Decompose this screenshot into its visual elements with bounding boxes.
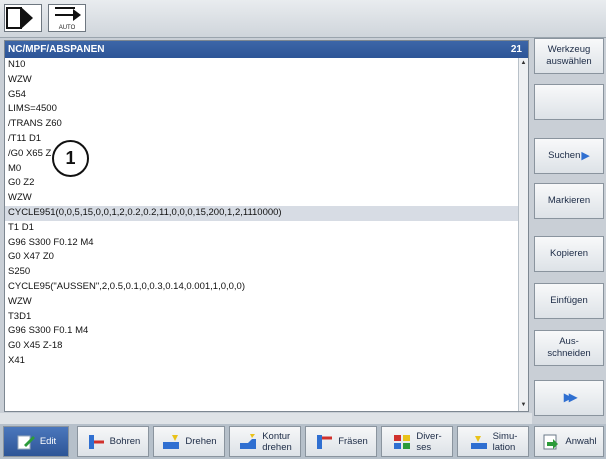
softkey-label: Fräsen (338, 436, 368, 447)
drill-icon (86, 433, 106, 451)
softkey-bohren[interactable]: Bohren (77, 426, 149, 457)
arrow-right-icon (6, 7, 33, 29)
code-line[interactable]: WZW (5, 295, 518, 310)
softkey-suchen[interactable]: Suchen ▶ (534, 138, 604, 174)
vertical-softkeys: Werkzeug auswählen Suchen ▶ Markieren Ko… (531, 37, 606, 422)
line-count: 21 (510, 44, 522, 55)
softkey-label: Werkzeug (547, 44, 591, 55)
milling-icon (314, 433, 334, 451)
turning-icon (161, 433, 181, 451)
code-line[interactable]: G96 S300 F0.1 M4 (5, 324, 518, 339)
horizontal-softkeys: Edit Bohren Drehen Kontur drehen Fräsen … (0, 424, 606, 459)
code-line[interactable]: S250 (5, 265, 518, 280)
softkey-more[interactable]: ▸▸ (534, 380, 604, 416)
code-line[interactable]: T1 D1 (5, 221, 518, 236)
code-line[interactable]: T3D1 (5, 310, 518, 325)
edit-icon (16, 433, 36, 451)
softkey-label: Markieren (547, 195, 591, 206)
softkey-label: schneiden (547, 348, 591, 359)
arrow-right-icon: ▶ (581, 150, 590, 162)
softkey-empty[interactable] (534, 84, 604, 120)
program-editor[interactable]: NC/MPF/ABSPANEN 21 N10 WZW G54 LIMS=4500/TR… (4, 40, 529, 412)
misc-icon (392, 433, 412, 451)
code-line[interactable]: CYCLE95("AUSSEN",2,0.5,0.1,0,0.3,0.14,0.… (5, 280, 518, 295)
code-line[interactable]: WZW (5, 73, 518, 88)
softkey-label: Bohren (109, 436, 141, 447)
hmi-screen: AUTO NC/MPF/ABSPANEN 21 N10 WZW G54 LIMS=45… (0, 0, 606, 459)
softkey-simulation[interactable]: Simu- lation (457, 426, 529, 457)
scroll-down-icon[interactable]: ▼ (520, 402, 527, 409)
softkey-anwahl[interactable]: Anwahl (534, 426, 604, 457)
softkey-diverses[interactable]: Diver- ses (381, 426, 453, 457)
code-line[interactable]: G0 X47 Z0 (5, 250, 518, 265)
code-line[interactable]: G54 (5, 88, 518, 103)
code-line[interactable]: LIMS=4500 (5, 102, 518, 117)
double-arrow-icon: ▸▸ (563, 389, 577, 406)
program-path: NC/MPF/ABSPANEN (8, 44, 105, 55)
code-lines: N10 WZW G54 LIMS=4500/TRANS Z60/T11 D1/G0 X… (5, 58, 518, 369)
auto-label: AUTO (58, 25, 76, 31)
softkey-label: Edit (39, 436, 57, 447)
softkey-label: Einfügen (550, 295, 588, 306)
vertical-scrollbar[interactable]: ▲ ▼ (518, 58, 528, 411)
code-line[interactable]: WZW (5, 191, 518, 206)
softkey-label: Simu- lation (492, 430, 518, 453)
softkey-kopieren[interactable]: Kopieren (534, 236, 604, 272)
softkey-kontur-drehen[interactable]: Kontur drehen (229, 426, 301, 457)
softkey-drehen[interactable]: Drehen (153, 426, 225, 457)
softkey-label: Kopieren (549, 248, 589, 259)
softkey-label: Suchen (548, 150, 581, 161)
code-line[interactable]: N10 (5, 58, 518, 73)
code-line[interactable]: X41 (5, 354, 518, 369)
softkey-label: Kontur drehen (262, 430, 292, 453)
softkey-label: Diver- ses (416, 430, 442, 453)
softkey-label: Drehen (185, 436, 217, 447)
status-bar (0, 413, 532, 424)
scroll-up-icon[interactable]: ▲ (520, 60, 527, 67)
code-line[interactable]: G96 S300 F0.12 M4 (5, 236, 518, 251)
program-arrow-icon[interactable] (4, 4, 42, 32)
top-bar: AUTO (0, 0, 606, 38)
softkey-werkzeug-auswaehlen[interactable]: Werkzeug auswählen (534, 38, 604, 74)
code-line[interactable]: CYCLE951(0,0,5,15,0,0,1,2,0.2,0.2,11,0,0… (5, 205, 518, 221)
editor-title-bar: NC/MPF/ABSPANEN 21 (5, 41, 528, 58)
softkey-label: Anwahl (565, 436, 597, 447)
softkey-label: Aus- (559, 336, 579, 347)
softkey-ausschneiden[interactable]: Aus- schneiden (534, 330, 604, 366)
code-line[interactable]: /TRANS Z60 (5, 117, 518, 132)
select-program-icon (541, 433, 561, 451)
softkey-einfuegen[interactable]: Einfügen (534, 283, 604, 319)
simulation-icon (469, 433, 489, 451)
softkey-edit[interactable]: Edit (3, 426, 69, 457)
auto-arrow-icon (55, 7, 81, 21)
softkey-label: auswählen (546, 56, 592, 67)
contour-turning-icon (238, 433, 258, 451)
code-line[interactable]: G0 Z2 (5, 176, 518, 191)
code-line[interactable]: G0 X45 Z-18 (5, 339, 518, 354)
softkey-markieren[interactable]: Markieren (534, 183, 604, 219)
auto-mode-icon[interactable]: AUTO (48, 4, 86, 32)
callout-marker: 1 (52, 140, 89, 177)
softkey-fraesen[interactable]: Fräsen (305, 426, 377, 457)
